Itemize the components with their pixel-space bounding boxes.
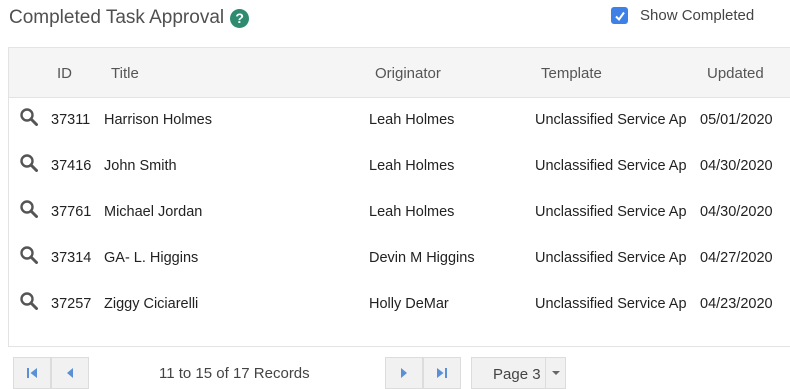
table-row[interactable]: 37314 GA- L. Higgins Devin M Higgins Unc… (9, 236, 790, 282)
last-page-button[interactable] (423, 357, 461, 389)
column-header-originator[interactable]: Originator (375, 65, 441, 82)
page-select-value: Page 3 (493, 366, 541, 383)
cell-originator: Leah Holmes (369, 158, 455, 174)
cell-updated: 04/23/2020 (700, 296, 773, 312)
magnifier-icon[interactable] (20, 246, 38, 264)
table-row[interactable]: 37761 Michael Jordan Leah Holmes Unclass… (9, 190, 790, 236)
table-row[interactable]: 37311 Harrison Holmes Leah Holmes Unclas… (9, 98, 790, 144)
cell-updated: 04/30/2020 (700, 204, 773, 220)
cell-title: GA- L. Higgins (104, 250, 199, 266)
cell-id: 37416 (51, 158, 92, 174)
table-row[interactable]: 37416 John Smith Leah Holmes Unclassifie… (9, 144, 790, 190)
show-completed-toggle[interactable]: Show Completed (611, 7, 754, 24)
cell-template: Unclassified Service Ap (535, 158, 687, 174)
cell-updated: 04/30/2020 (700, 158, 773, 174)
cell-updated: 04/27/2020 (700, 250, 773, 266)
column-header-updated[interactable]: Updated (707, 65, 764, 82)
cell-title: Michael Jordan (104, 204, 203, 220)
cell-originator: Devin M Higgins (369, 250, 475, 266)
first-page-icon (27, 368, 37, 378)
pager: 11 to 15 of 17 Records Page 3 (13, 357, 581, 389)
cell-originator: Leah Holmes (369, 112, 455, 128)
cell-template: Unclassified Service Ap (535, 250, 687, 266)
records-count: 11 to 15 of 17 Records (159, 365, 310, 382)
previous-page-icon (67, 368, 73, 378)
cell-title: John Smith (104, 158, 177, 174)
magnifier-icon[interactable] (20, 154, 38, 172)
task-grid: ID Title Originator Template Updated 373… (8, 47, 790, 347)
column-header-template[interactable]: Template (541, 65, 602, 82)
checkmark-icon (614, 11, 625, 21)
previous-page-button[interactable] (51, 357, 89, 389)
column-header-id[interactable]: ID (57, 65, 72, 82)
cell-template: Unclassified Service Ap (535, 112, 687, 128)
cell-title: Harrison Holmes (104, 112, 212, 128)
cell-template: Unclassified Service Ap (535, 204, 687, 220)
show-completed-checkbox[interactable] (611, 7, 628, 24)
cell-id: 37761 (51, 204, 92, 220)
cell-originator: Holly DeMar (369, 296, 449, 312)
table-header: ID Title Originator Template Updated (9, 48, 790, 98)
question-circle-icon[interactable]: ? (230, 8, 250, 28)
cell-originator: Leah Holmes (369, 204, 455, 220)
magnifier-icon[interactable] (20, 292, 38, 310)
page-select[interactable]: Page 3 (471, 357, 566, 389)
cell-title: Ziggy Ciciarelli (104, 296, 199, 312)
table-row[interactable]: 37257 Ziggy Ciciarelli Holly DeMar Uncla… (9, 282, 790, 328)
cell-id: 37311 (51, 112, 91, 128)
next-page-button[interactable] (385, 357, 423, 389)
next-page-icon (401, 368, 407, 378)
magnifier-icon[interactable] (20, 108, 38, 126)
last-page-icon (437, 368, 447, 378)
cell-updated: 05/01/2020 (700, 112, 773, 128)
cell-id: 37257 (51, 296, 92, 312)
show-completed-label: Show Completed (640, 7, 755, 24)
chevron-down-icon[interactable] (545, 358, 566, 388)
magnifier-icon[interactable] (20, 200, 38, 218)
column-header-title[interactable]: Title (111, 65, 139, 82)
page-title-text: Completed Task Approval (9, 7, 225, 28)
first-page-button[interactable] (13, 357, 51, 389)
page-title: Completed Task Approval ? (9, 7, 250, 29)
cell-id: 37314 (51, 250, 92, 266)
cell-template: Unclassified Service Ap (535, 296, 687, 312)
